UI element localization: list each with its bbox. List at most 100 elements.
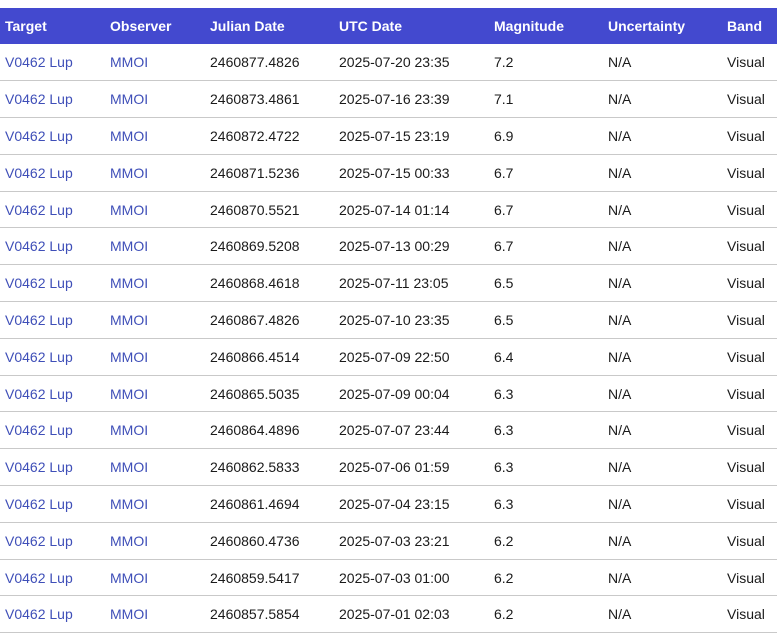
target-cell[interactable]: V0462 Lup	[0, 596, 105, 633]
target-cell[interactable]: V0462 Lup	[0, 449, 105, 486]
target-cell[interactable]: V0462 Lup	[0, 118, 105, 155]
observer-cell[interactable]: MMOI	[105, 191, 205, 228]
observations-table: Target Observer Julian Date UTC Date Mag…	[0, 8, 777, 633]
observer-cell[interactable]: MMOI	[105, 228, 205, 265]
julian-date-cell: 2460866.4514	[210, 348, 300, 365]
julian-date-cell: 2460861.4694	[210, 495, 300, 512]
target-cell[interactable]: V0462 Lup	[0, 44, 105, 81]
target-cell[interactable]: V0462 Lup	[0, 81, 105, 118]
band-cell: Visual	[727, 164, 765, 181]
table-row: V0462 Lup MMOI 2460870.5521 2025-07-14 01:1…	[0, 191, 777, 228]
observer-cell[interactable]: MMOI	[105, 486, 205, 523]
magnitude-cell: 6.2	[494, 532, 514, 549]
band-cell: Visual	[727, 275, 765, 292]
column-header-uncertainty[interactable]: Uncertainty	[603, 8, 722, 44]
julian-date-cell: 2460859.5417	[210, 569, 300, 586]
uncertainty-cell: N/A	[608, 238, 632, 255]
magnitude-cell: 6.2	[494, 606, 514, 623]
observer-cell[interactable]: MMOI	[105, 449, 205, 486]
magnitude-cell: 6.5	[494, 311, 514, 328]
table-row: V0462 Lup MMOI 2460864.4896 2025-07-07 23:4…	[0, 412, 777, 449]
column-header-julian-date[interactable]: Julian Date	[205, 8, 334, 44]
table-row: V0462 Lup MMOI 2460868.4618 2025-07-11 23:0…	[0, 265, 777, 302]
table-row: V0462 Lup MMOI 2460859.5417 2025-07-03 01:0…	[0, 559, 777, 596]
band-cell: Visual	[727, 127, 765, 144]
target-cell[interactable]: V0462 Lup	[0, 265, 105, 302]
utc-date-cell: 2025-07-07 23:44	[339, 422, 450, 439]
column-header-observer[interactable]: Observer	[105, 8, 205, 44]
magnitude-cell: 6.2	[494, 569, 514, 586]
utc-date-cell: 2025-07-15 23:19	[339, 127, 450, 144]
band-cell: Visual	[727, 201, 765, 218]
target-cell[interactable]: V0462 Lup	[0, 559, 105, 596]
observer-cell[interactable]: MMOI	[105, 559, 205, 596]
utc-date-cell: 2025-07-01 02:03	[339, 606, 450, 623]
target-cell[interactable]: V0462 Lup	[0, 522, 105, 559]
observer-cell[interactable]: MMOI	[105, 375, 205, 412]
band-cell: Visual	[727, 532, 765, 549]
target-cell[interactable]: V0462 Lup	[0, 412, 105, 449]
julian-date-cell: 2460862.5833	[210, 459, 300, 476]
target-cell[interactable]: V0462 Lup	[0, 154, 105, 191]
band-cell: Visual	[727, 91, 765, 108]
observer-cell[interactable]: MMOI	[105, 302, 205, 339]
utc-date-cell: 2025-07-16 23:39	[339, 91, 450, 108]
target-cell[interactable]: V0462 Lup	[0, 375, 105, 412]
column-header-band[interactable]: Band	[722, 8, 777, 44]
utc-date-cell: 2025-07-14 01:14	[339, 201, 450, 218]
table-row: V0462 Lup MMOI 2460869.5208 2025-07-13 00:2…	[0, 228, 777, 265]
julian-date-cell: 2460864.4896	[210, 422, 300, 439]
observations-panel: Target Observer Julian Date UTC Date Mag…	[0, 0, 777, 633]
table-row: V0462 Lup MMOI 2460871.5236 2025-07-15 00:3…	[0, 154, 777, 192]
julian-date-cell: 2460871.5236	[210, 164, 300, 181]
band-cell: Visual	[727, 459, 765, 476]
target-cell[interactable]: V0462 Lup	[0, 486, 105, 523]
magnitude-cell: 6.3	[494, 459, 514, 476]
table-row: V0462 Lup MMOI 2460862.5833 2025-07-06 01:5…	[0, 449, 777, 486]
band-cell: Visual	[727, 238, 765, 255]
observer-cell[interactable]: MMOI	[105, 338, 205, 375]
observer-cell[interactable]: MMOI	[105, 522, 205, 559]
utc-date-cell: 2025-07-06 01:59	[339, 459, 450, 476]
band-cell: Visual	[727, 422, 765, 439]
column-header-magnitude[interactable]: Magnitude	[489, 8, 603, 44]
target-cell[interactable]: V0462 Lup	[0, 338, 105, 375]
utc-date-cell: 2025-07-15 00:33	[339, 164, 450, 181]
uncertainty-cell: N/A	[608, 459, 632, 476]
uncertainty-cell: N/A	[608, 91, 632, 108]
magnitude-cell: 6.3	[494, 422, 514, 439]
uncertainty-cell: N/A	[608, 495, 632, 512]
observer-cell[interactable]: MMOI	[105, 81, 205, 118]
table-row: V0462 Lup MMOI 2460860.4736 2025-07-03 23:2…	[0, 522, 777, 560]
julian-date-cell: 2460857.5854	[210, 606, 300, 623]
magnitude-cell: 6.3	[494, 495, 514, 512]
observer-cell[interactable]: MMOI	[105, 596, 205, 633]
magnitude-cell: 6.9	[494, 127, 514, 144]
target-cell[interactable]: V0462 Lup	[0, 302, 105, 339]
observer-cell[interactable]: MMOI	[105, 118, 205, 155]
observer-cell[interactable]: MMOI	[105, 412, 205, 449]
magnitude-cell: 6.7	[494, 238, 514, 255]
table-row: V0462 Lup MMOI 2460877.4826 2025-07-20 23:3…	[0, 44, 777, 81]
utc-date-cell: 2025-07-04 23:15	[339, 495, 450, 512]
uncertainty-cell: N/A	[608, 164, 632, 181]
observer-cell[interactable]: MMOI	[105, 265, 205, 302]
observer-cell[interactable]: MMOI	[105, 44, 205, 81]
target-cell[interactable]: V0462 Lup	[0, 191, 105, 228]
julian-date-cell: 2460869.5208	[210, 238, 300, 255]
uncertainty-cell: N/A	[608, 385, 632, 402]
table-row: V0462 Lup MMOI 2460867.4826 2025-07-10 23:3…	[0, 302, 777, 339]
utc-date-cell: 2025-07-03 01:00	[339, 569, 450, 586]
header-row: Target Observer Julian Date UTC Date Mag…	[0, 8, 777, 44]
column-header-utc-date[interactable]: UTC Date	[334, 8, 489, 44]
utc-date-cell: 2025-07-13 00:29	[339, 238, 450, 255]
target-cell[interactable]: V0462 Lup	[0, 228, 105, 265]
column-header-target[interactable]: Target	[0, 8, 105, 44]
observer-cell[interactable]: MMOI	[105, 154, 205, 191]
uncertainty-cell: N/A	[608, 275, 632, 292]
magnitude-cell: 6.4	[494, 348, 514, 365]
magnitude-cell: 6.7	[494, 164, 514, 181]
uncertainty-cell: N/A	[608, 54, 632, 71]
table-row: V0462 Lup MMOI 2460872.4722 2025-07-15 23:1…	[0, 118, 777, 155]
utc-date-cell: 2025-07-09 00:04	[339, 385, 450, 402]
